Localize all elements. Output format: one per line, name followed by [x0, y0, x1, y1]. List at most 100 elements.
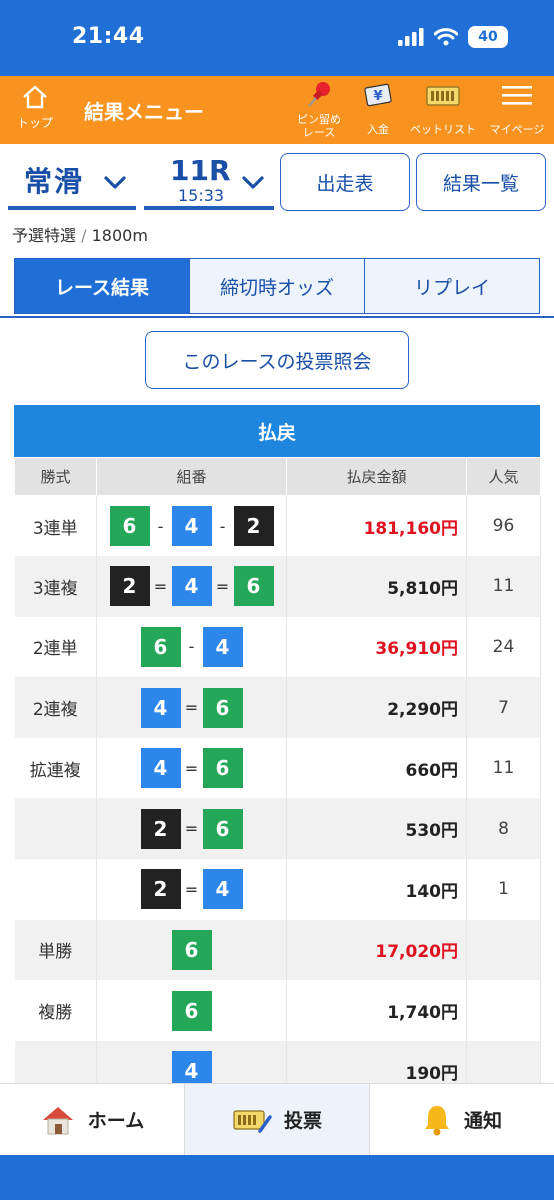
deposit-button[interactable]: ¥ 入金	[356, 80, 400, 136]
combination-boats: 2 = 4	[140, 869, 243, 910]
combination-boats: 4 = 6	[140, 748, 243, 789]
home-icon	[23, 85, 47, 109]
combination-separator: -	[219, 516, 226, 536]
boat-number-badge: 4	[171, 506, 212, 547]
payout-row: 単勝 6 17,020円	[14, 919, 541, 981]
popularity-rank	[466, 919, 541, 981]
venue-name: 常滑	[24, 165, 85, 198]
payout-amount: 181,160円	[286, 495, 467, 557]
chevron-down-icon	[242, 176, 264, 189]
bet-list-button[interactable]: ベットリスト	[408, 80, 478, 136]
bet-type: 3連単	[14, 495, 97, 557]
tab-race-result[interactable]: レース結果	[15, 259, 189, 313]
payout-row: 3連単 6-4-2 181,160円 96	[14, 495, 541, 557]
bet-type: 3連複	[14, 556, 97, 617]
payout-row: 2 = 4 140円 1	[14, 859, 541, 920]
pushpin-icon	[308, 82, 330, 107]
payout-amount: 5,810円	[286, 556, 467, 617]
boat-number-badge: 2	[109, 566, 150, 607]
entry-list-button[interactable]: 出走表	[280, 153, 410, 211]
payout-amount: 17,020円	[286, 919, 467, 981]
nav-vote-label: 投票	[283, 1110, 322, 1132]
pin-label-2: レース	[302, 126, 336, 139]
combination: 6-4	[96, 616, 287, 678]
boat-number-badge: 2	[233, 506, 274, 547]
bet-type: 単勝	[14, 919, 97, 981]
boat-number-badge: 6	[109, 506, 150, 547]
results-list-button[interactable]: 結果一覧	[416, 153, 546, 211]
tab-replay[interactable]: リプレイ	[364, 259, 539, 313]
vote-lookup-button[interactable]: このレースの投票照会	[145, 331, 409, 389]
nav-home-label: ホーム	[87, 1110, 145, 1132]
boat-number-badge: 4	[140, 748, 181, 789]
combination: 2 = 4	[96, 859, 287, 920]
payout-row: 拡連複 4 = 6 660円 11	[14, 737, 541, 799]
chevron-down-icon	[104, 176, 126, 189]
combination-boats: 2 = 4 = 6	[109, 566, 274, 607]
payout-amount: 2,290円	[286, 677, 467, 738]
combination: 6	[96, 980, 287, 1041]
payout-row: 2連複 4 = 6 2,290円 7	[14, 677, 541, 738]
boat-number-badge: 2	[140, 869, 181, 910]
bet-type	[14, 798, 97, 860]
combination-boats: 4 = 6	[140, 687, 243, 728]
boat-number-badge: 6	[233, 566, 274, 607]
popularity-rank: 7	[466, 677, 541, 738]
combination-boats: 6-4	[140, 626, 243, 667]
hamburger-menu-icon	[502, 86, 532, 105]
combination: 6	[96, 919, 287, 981]
combination-boats: 6	[171, 929, 212, 970]
race-info: 予選特選 / 1800m	[12, 222, 148, 246]
pin-label-1: ピン留め	[297, 113, 341, 126]
bet-type: 拡連複	[14, 737, 97, 799]
payout-amount: 1,740円	[286, 980, 467, 1041]
ticket-pen-icon	[233, 1109, 272, 1133]
venue-selector[interactable]: 常滑	[8, 154, 136, 210]
pinned-race-button[interactable]: ピン留め レース	[290, 80, 348, 139]
combination-separator: -	[188, 637, 195, 657]
combination-separator: =	[184, 879, 199, 899]
combination-separator: =	[184, 758, 199, 778]
result-tabs: レース結果 締切時オッズ リプレイ	[14, 258, 540, 314]
tab-closing-odds[interactable]: 締切時オッズ	[189, 259, 364, 313]
nav-home[interactable]: ホーム	[0, 1084, 184, 1155]
top-home-button[interactable]: トップ	[10, 82, 60, 131]
col-header-popularity: 人気	[466, 457, 541, 496]
cellular-signal-icon	[398, 28, 424, 46]
nav-vote[interactable]: 投票	[184, 1084, 369, 1155]
bell-icon	[424, 1105, 449, 1135]
nav-notifications[interactable]: 通知	[369, 1084, 554, 1155]
race-grade: 予選特選	[12, 226, 77, 245]
payout-table: 勝式 組番 払戻金額 人気 3連単 6-4-2 181,160円 96 3連複 2 = 4 = 6…	[14, 457, 541, 1102]
boat-number-badge: 4	[140, 687, 181, 728]
mypage-button[interactable]: マイページ	[482, 80, 552, 136]
col-header-type: 勝式	[14, 457, 97, 496]
race-time: 15:33	[178, 186, 225, 205]
boat-number-badge: 6	[202, 748, 243, 789]
col-header-combo: 組番	[96, 457, 287, 496]
race-number: 11R	[170, 154, 231, 187]
app-header: トップ 結果メニュー ピン留め レース ¥ 入金 ベットリスト マイページ	[0, 76, 554, 144]
bet-type: 複勝	[14, 980, 97, 1041]
race-selector-row: 常滑 11R 15:33 出走表 結果一覧	[0, 150, 554, 216]
bet-type: 2連複	[14, 677, 97, 738]
popularity-rank: 11	[466, 737, 541, 799]
combination-boats: 6-4-2	[109, 506, 274, 547]
popularity-rank: 11	[466, 556, 541, 617]
status-bar: 21:44 40	[0, 0, 554, 76]
status-indicators: 40	[398, 26, 508, 48]
boat-number-badge: 6	[202, 808, 243, 849]
boat-number-badge: 4	[202, 626, 243, 667]
payout-row: 3連複 2 = 4 = 6 5,810円 11	[14, 556, 541, 617]
page-title: 結果メニュー	[84, 100, 204, 124]
yen-card-icon: ¥	[364, 83, 392, 107]
boat-number-badge: 4	[202, 869, 243, 910]
payout-amount: 660円	[286, 737, 467, 799]
boat-number-badge: 4	[171, 566, 212, 607]
home-indicator-bar	[0, 1155, 554, 1200]
race-selector[interactable]: 11R 15:33	[144, 154, 274, 210]
popularity-rank: 24	[466, 616, 541, 678]
combination-boats: 2 = 6	[140, 808, 243, 849]
payout-rows: 3連単 6-4-2 181,160円 96 3連複 2 = 4 = 6 5,810円 11 2連単 6-4…	[14, 495, 541, 1102]
ticket-list-icon	[426, 86, 460, 106]
